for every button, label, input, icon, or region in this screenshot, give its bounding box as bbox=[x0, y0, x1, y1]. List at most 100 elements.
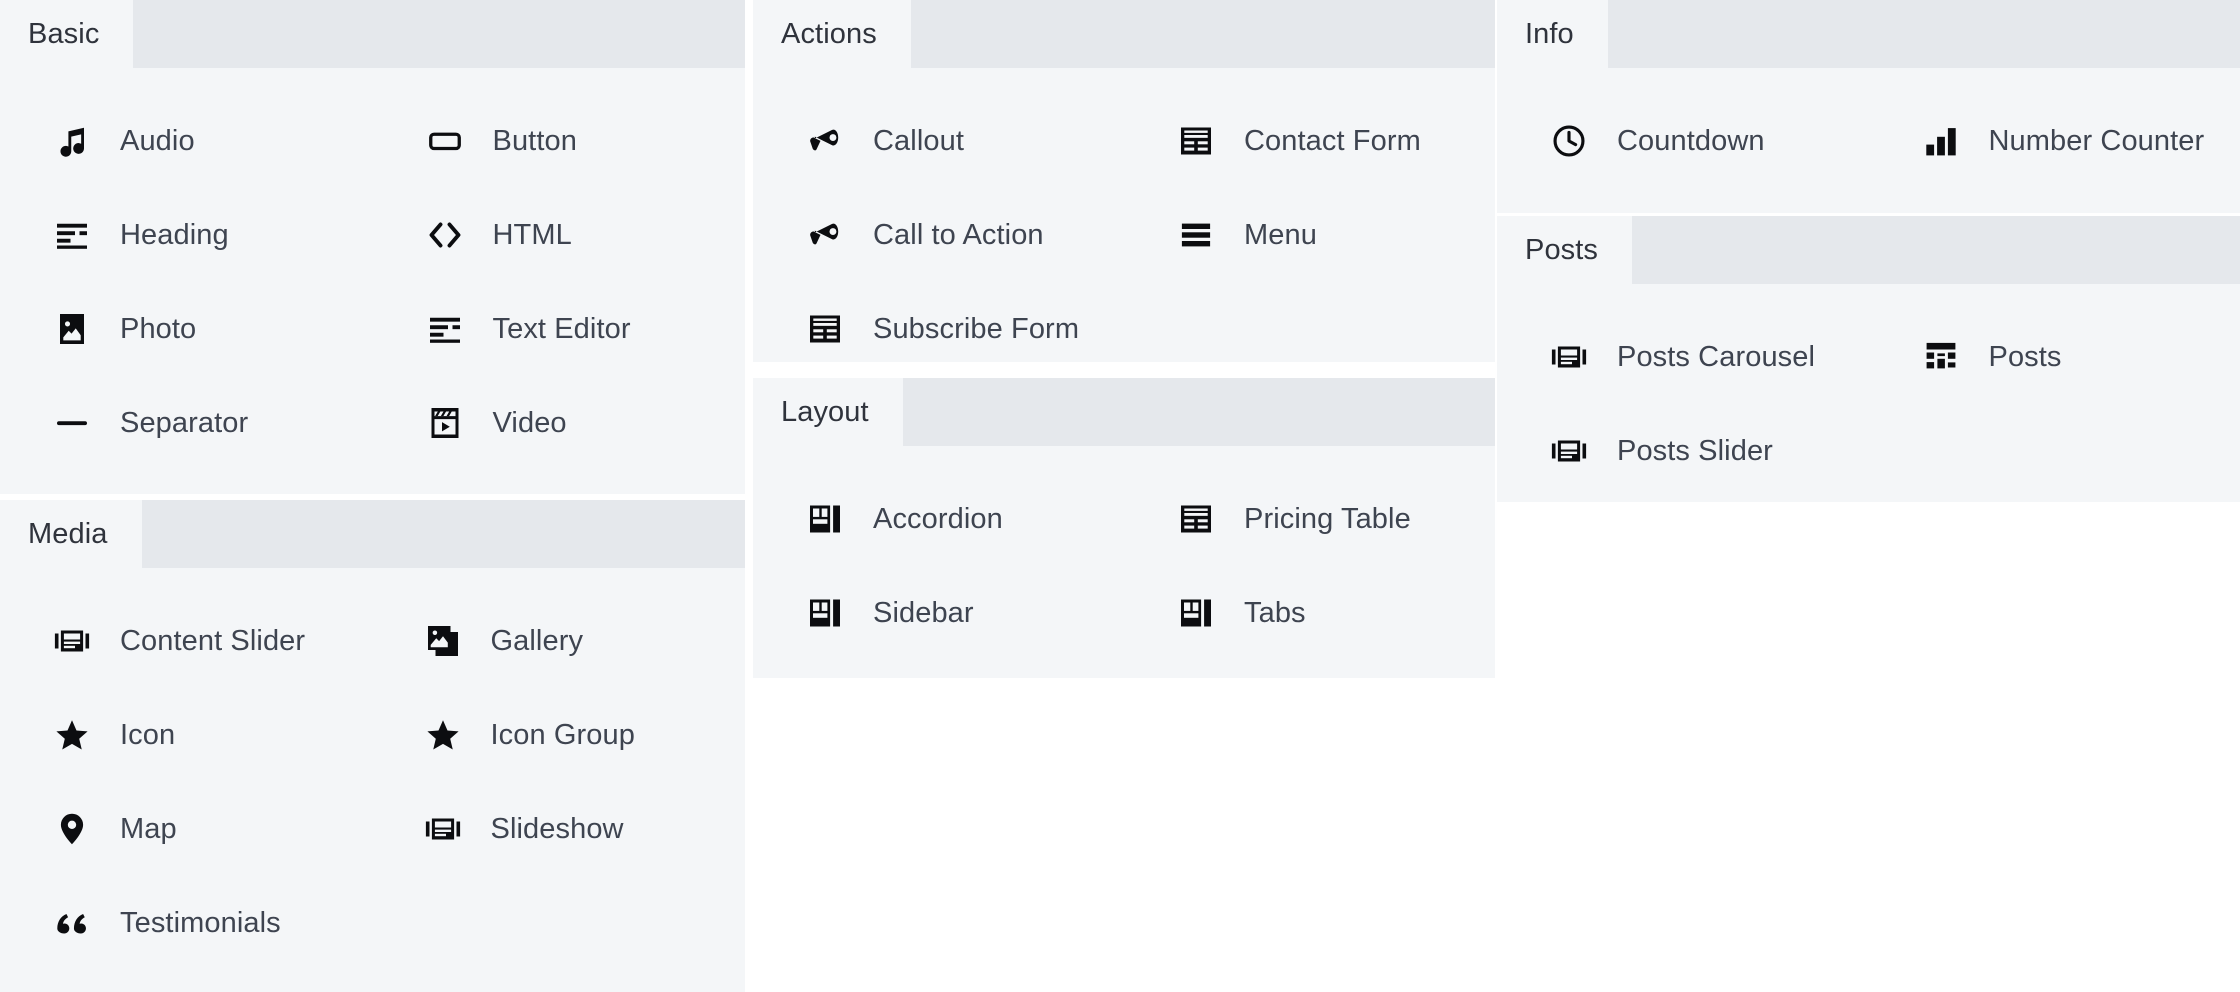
widget-item[interactable]: Accordion bbox=[753, 472, 1124, 566]
panel-body-info: Countdown Number Counter bbox=[1497, 68, 2240, 210]
quote-marks-icon bbox=[52, 903, 92, 943]
widget-grid-posts: Posts Carousel Posts Posts Slider bbox=[1497, 310, 2240, 498]
widget-item-label: Contact Form bbox=[1244, 124, 1421, 157]
widget-item[interactable]: Heading bbox=[0, 188, 373, 282]
panel-header-actions: Actions bbox=[753, 0, 1495, 68]
widget-item-label: Testimonials bbox=[120, 906, 281, 939]
panel-posts: Posts Posts Carousel Posts Posts Slider bbox=[1497, 216, 2240, 502]
widget-item-label: Menu bbox=[1244, 218, 1317, 251]
widget-item-label: Audio bbox=[120, 124, 195, 157]
widget-item[interactable]: Call to Action bbox=[753, 188, 1124, 282]
widget-item[interactable]: Callout bbox=[753, 94, 1124, 188]
tab-basic[interactable]: Basic bbox=[0, 0, 134, 68]
slider-icon bbox=[1549, 431, 1589, 471]
star-icon bbox=[423, 715, 463, 755]
panel-body-basic: Audio Button Heading HTML Photo Text Edi… bbox=[0, 68, 745, 492]
layout-blocks-icon bbox=[805, 593, 845, 633]
widget-item[interactable]: Testimonials bbox=[0, 876, 373, 970]
widget-item-label: Number Counter bbox=[1988, 124, 2205, 157]
megaphone-icon bbox=[805, 121, 845, 161]
panel-header-media: Media bbox=[0, 500, 745, 568]
widget-item-label: Separator bbox=[120, 406, 249, 439]
widget-item[interactable]: Contact Form bbox=[1124, 94, 1495, 188]
widget-item-label: Posts bbox=[1988, 340, 2062, 373]
tab-label: Posts bbox=[1525, 233, 1599, 266]
widget-grid-info: Countdown Number Counter bbox=[1497, 94, 2240, 188]
grid-layout-icon bbox=[1921, 337, 1961, 377]
widget-item-label: Text Editor bbox=[492, 312, 631, 345]
widget-item[interactable]: Number Counter bbox=[1869, 94, 2240, 188]
widget-item[interactable]: Posts bbox=[1869, 310, 2240, 404]
gallery-stack-icon bbox=[423, 621, 463, 661]
widget-item[interactable]: Content Slider bbox=[0, 594, 373, 688]
widget-grid-basic: Audio Button Heading HTML Photo Text Edi… bbox=[0, 94, 745, 470]
tab-strip-filler bbox=[141, 500, 745, 568]
panel-body-layout: Accordion Pricing Table Sidebar Tabs bbox=[753, 446, 1495, 682]
separator-dash-icon bbox=[52, 403, 92, 443]
layout-blocks-icon bbox=[1176, 593, 1216, 633]
tab-actions[interactable]: Actions bbox=[753, 0, 911, 68]
form-table-icon bbox=[1176, 121, 1216, 161]
megaphone-icon bbox=[805, 215, 845, 255]
widget-item[interactable]: Video bbox=[373, 376, 746, 470]
widget-item-label: Posts Slider bbox=[1617, 434, 1773, 467]
widget-item[interactable]: Posts Carousel bbox=[1497, 310, 1869, 404]
widget-item-label: Subscribe Form bbox=[873, 312, 1080, 345]
widget-item-label: Sidebar bbox=[873, 596, 974, 629]
widget-item-label: Call to Action bbox=[873, 218, 1044, 251]
widget-item-label: Posts Carousel bbox=[1617, 340, 1816, 373]
widget-item[interactable]: Gallery bbox=[373, 594, 746, 688]
map-pin-icon bbox=[52, 809, 92, 849]
heading-lines-icon bbox=[52, 215, 92, 255]
widget-item[interactable]: Separator bbox=[0, 376, 373, 470]
widget-item-label: Heading bbox=[120, 218, 229, 251]
widget-item-label: Gallery bbox=[490, 624, 584, 657]
widget-item[interactable]: Map bbox=[0, 782, 373, 876]
widget-item[interactable]: Menu bbox=[1124, 188, 1495, 282]
widget-item-label: Video bbox=[492, 406, 567, 439]
menu-bars-icon bbox=[1176, 215, 1216, 255]
panel-header-basic: Basic bbox=[0, 0, 745, 68]
widget-item-label: Button bbox=[492, 124, 577, 157]
form-table-icon bbox=[805, 309, 845, 349]
panel-body-actions: Callout Contact Form Call to Action Menu… bbox=[753, 68, 1495, 398]
form-table-icon bbox=[1176, 499, 1216, 539]
widget-item[interactable]: Photo bbox=[0, 282, 373, 376]
widget-item[interactable]: Text Editor bbox=[373, 282, 746, 376]
tab-label: Layout bbox=[781, 395, 869, 428]
tab-strip-filler bbox=[910, 0, 1495, 68]
photo-icon bbox=[52, 309, 92, 349]
widget-item[interactable]: HTML bbox=[373, 188, 746, 282]
widget-item-label: Photo bbox=[120, 312, 197, 345]
widget-item[interactable]: Posts Slider bbox=[1497, 404, 1869, 498]
widget-item[interactable]: Subscribe Form bbox=[753, 282, 1124, 376]
widget-item[interactable]: Countdown bbox=[1497, 94, 1869, 188]
tab-strip-filler bbox=[1632, 216, 2240, 284]
widget-item[interactable]: Sidebar bbox=[753, 566, 1124, 660]
widget-grid-actions: Callout Contact Form Call to Action Menu… bbox=[753, 94, 1495, 376]
widget-item[interactable]: Icon bbox=[0, 688, 373, 782]
widget-item[interactable]: Slideshow bbox=[373, 782, 746, 876]
widget-item-label: Callout bbox=[873, 124, 964, 157]
widget-item[interactable]: Tabs bbox=[1124, 566, 1495, 660]
panel-actions: Actions Callout Contact Form Call to Act… bbox=[753, 0, 1495, 362]
code-brackets-icon bbox=[425, 215, 465, 255]
panel-basic: Basic Audio Button Heading HTML Photo Te… bbox=[0, 0, 745, 494]
widget-item[interactable]: Audio bbox=[0, 94, 373, 188]
widget-item[interactable]: Icon Group bbox=[373, 688, 746, 782]
tab-layout[interactable]: Layout bbox=[753, 378, 903, 446]
panel-media: Media Content Slider Gallery Icon Icon G… bbox=[0, 500, 745, 992]
panel-info: Info Countdown Number Counter bbox=[1497, 0, 2240, 213]
tab-info[interactable]: Info bbox=[1497, 0, 1608, 68]
text-lines-icon bbox=[425, 309, 465, 349]
widget-item-label: Slideshow bbox=[490, 812, 624, 845]
tab-media[interactable]: Media bbox=[0, 500, 142, 568]
slider-icon bbox=[1549, 337, 1589, 377]
widget-item[interactable]: Button bbox=[373, 94, 746, 188]
video-clapper-icon bbox=[425, 403, 465, 443]
widget-item-label: Accordion bbox=[873, 502, 1003, 535]
tab-posts[interactable]: Posts bbox=[1497, 216, 1633, 284]
widget-item-label: Icon bbox=[120, 718, 176, 751]
panel-header-info: Info bbox=[1497, 0, 2240, 68]
widget-item[interactable]: Pricing Table bbox=[1124, 472, 1495, 566]
